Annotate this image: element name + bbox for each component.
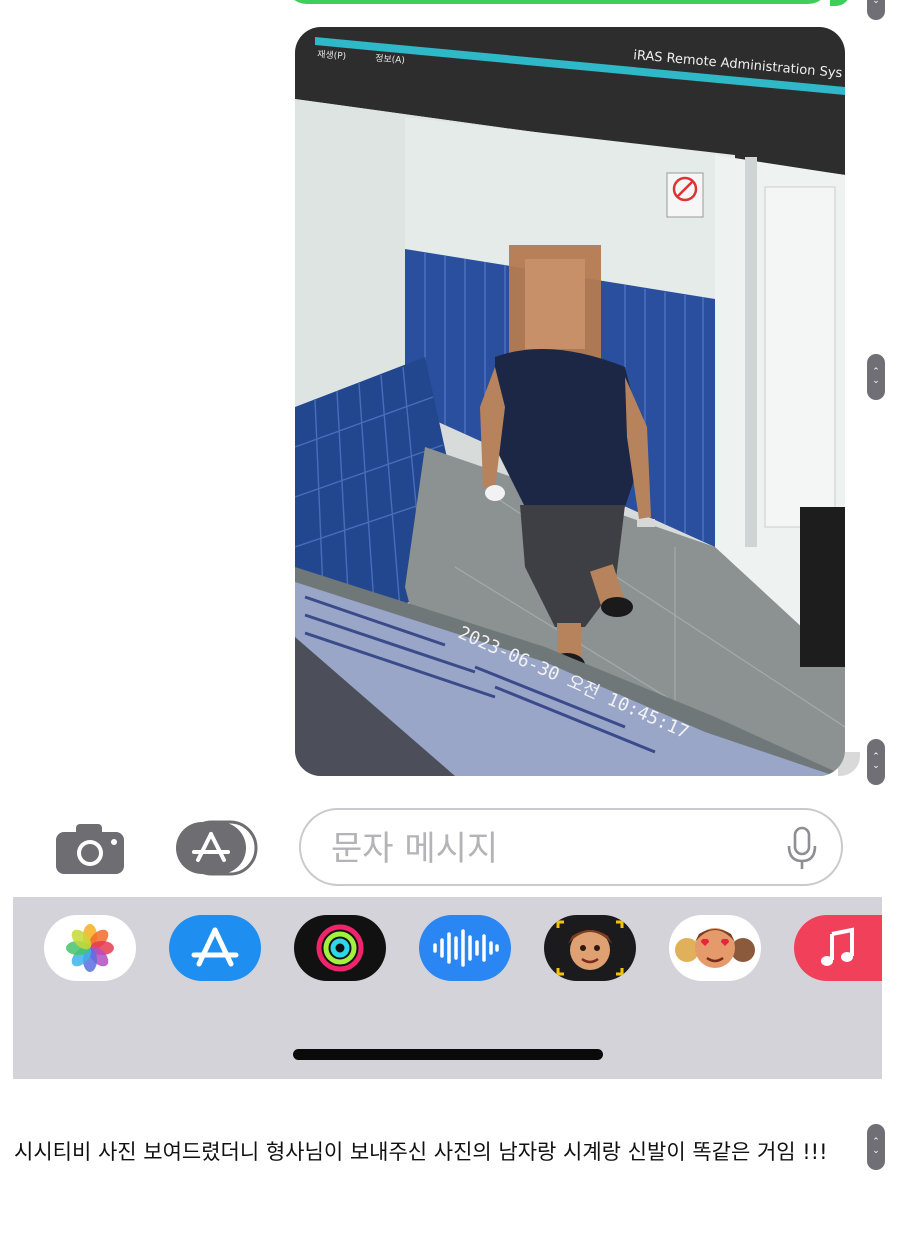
cctv-menu-1: 재생(P) bbox=[317, 49, 347, 62]
home-indicator[interactable] bbox=[293, 1049, 603, 1060]
scroll-handle-top[interactable]: ⌃⌄ bbox=[867, 0, 885, 20]
scroll-handle-middle[interactable]: ⌃ ⌄ bbox=[867, 354, 885, 400]
photos-app-button[interactable] bbox=[44, 915, 136, 981]
activity-rings-icon bbox=[316, 924, 364, 972]
app-store-app-button[interactable] bbox=[169, 915, 261, 981]
waveform-icon bbox=[433, 929, 499, 967]
previous-message-tail bbox=[830, 0, 850, 6]
music-note-icon bbox=[821, 927, 854, 966]
camera-icon bbox=[56, 824, 124, 874]
post-caption: 시시티비 사진 보여드렸더니 형사님이 보내주신 사진의 남자랑 시계랑 신발이… bbox=[14, 1140, 828, 1164]
activity-app-button[interactable] bbox=[294, 915, 386, 981]
app-store-icon bbox=[191, 927, 239, 967]
message-input-field[interactable] bbox=[299, 808, 843, 886]
memoji-app-button[interactable] bbox=[544, 915, 636, 981]
camera-button[interactable] bbox=[54, 820, 126, 876]
previous-message-bubble bbox=[285, 0, 830, 4]
cctv-menu-2: 정보(A) bbox=[375, 53, 405, 66]
memoji-icon bbox=[556, 920, 624, 976]
cctv-photo-message[interactable]: 재생(P) 정보(A) iRAS Remote Administration S… bbox=[295, 27, 845, 776]
microphone-icon[interactable] bbox=[785, 826, 819, 872]
app-drawer bbox=[13, 897, 882, 1079]
app-store-icon bbox=[176, 820, 258, 876]
memoji-stickers-icon bbox=[675, 928, 755, 968]
cctv-photo: 재생(P) 정보(A) iRAS Remote Administration S… bbox=[295, 27, 845, 776]
memoji-stickers-app-button[interactable] bbox=[669, 915, 761, 981]
audio-message-app-button[interactable] bbox=[419, 915, 511, 981]
scroll-handle-bottom[interactable]: ⌃ ⌄ bbox=[867, 1124, 885, 1170]
message-input[interactable] bbox=[329, 826, 773, 872]
photos-icon bbox=[66, 924, 114, 972]
music-app-button[interactable] bbox=[794, 915, 882, 981]
scroll-handle-lower[interactable]: ⌃ ⌄ bbox=[867, 739, 885, 785]
apps-button[interactable] bbox=[174, 818, 260, 878]
